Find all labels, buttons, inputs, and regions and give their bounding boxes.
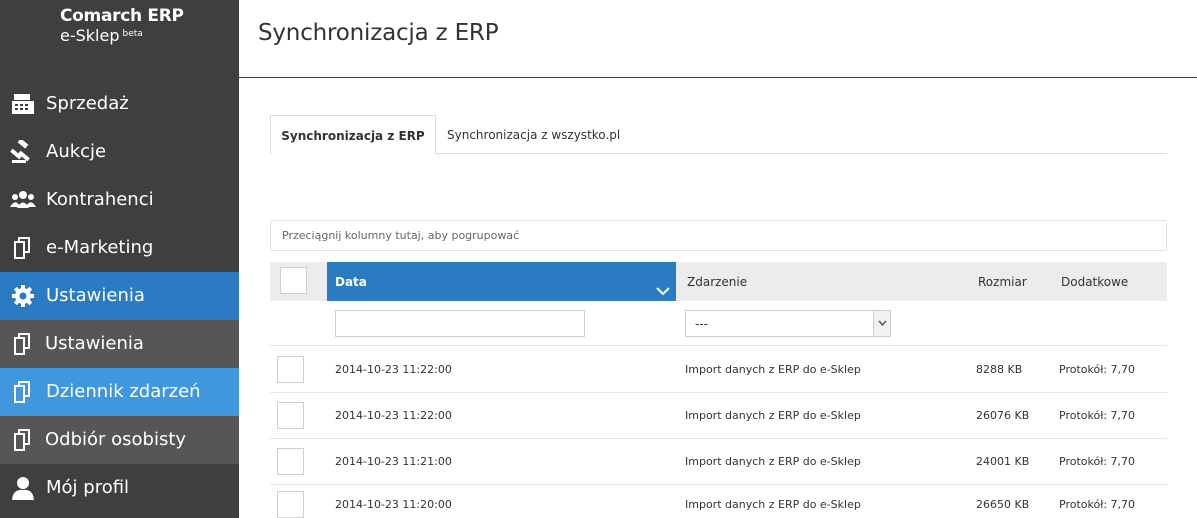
- sidebar-item-label: Ustawienia: [45, 333, 144, 354]
- table-row[interactable]: 2014-10-23 11:22:00 Import danych z ERP …: [270, 393, 1167, 439]
- sidebar-item-label: e-Marketing: [46, 237, 154, 258]
- sidebar-item-label: Aukcje: [46, 141, 107, 162]
- chevron-down-icon[interactable]: [873, 311, 890, 336]
- event-filter-select[interactable]: ---: [685, 310, 891, 337]
- cash-register-icon: [10, 92, 36, 116]
- users-icon: [10, 188, 36, 212]
- column-header-rozmiar[interactable]: Rozmiar: [978, 262, 1027, 301]
- copy-icon: [10, 380, 36, 404]
- sidebar-subitem-ustawienia[interactable]: Ustawienia: [0, 320, 239, 368]
- table-row[interactable]: 2014-10-23 11:21:00 Import danych z ERP …: [270, 439, 1167, 485]
- copy-icon: [10, 236, 36, 260]
- sidebar-subitem-dziennik-zdarzen[interactable]: Dziennik zdarzeń: [0, 368, 239, 416]
- event-filter-value: ---: [695, 317, 708, 331]
- tab-synchronizacja-erp[interactable]: Synchronizacja z ERP: [270, 115, 436, 155]
- gavel-icon: [10, 140, 36, 164]
- brand-line2: e-Sklep beta: [60, 27, 184, 45]
- row-checkbox[interactable]: [277, 448, 304, 475]
- cell-size: 24001 KB: [976, 455, 1030, 468]
- table-row[interactable]: 2014-10-23 11:22:00 Import danych z ERP …: [270, 347, 1167, 393]
- tab-bar: Synchronizacja z ERP Synchronizacja z ws…: [270, 115, 1167, 155]
- brand-logo[interactable]: Comarch ERP e-Sklep beta: [60, 6, 184, 45]
- user-icon: [10, 476, 36, 500]
- sidebar-item-label: Mój profil: [46, 477, 130, 498]
- column-header-data[interactable]: Data: [327, 262, 676, 301]
- column-header-dodatkowe[interactable]: Dodatkowe: [1061, 262, 1128, 301]
- group-drop-area[interactable]: Przeciągnij kolumny tutaj, aby pogrupowa…: [270, 220, 1167, 251]
- cell-event: Import danych z ERP do e-Sklep: [685, 409, 861, 422]
- cell-extra[interactable]: Protokół: 7,70: [1059, 485, 1135, 518]
- date-filter-input[interactable]: [335, 310, 585, 337]
- cell-extra[interactable]: Protokół: 7,70: [1059, 393, 1135, 439]
- cell-extra[interactable]: Protokół: 7,70: [1059, 439, 1135, 485]
- brand-line1: Comarch ERP: [60, 6, 184, 26]
- gear-icon: [10, 284, 36, 308]
- copy-icon: [10, 428, 36, 452]
- sidebar-item-label: Kontrahenci: [46, 189, 154, 210]
- cell-extra[interactable]: Protokół: 7,70: [1059, 347, 1135, 393]
- cell-size: 26076 KB: [976, 409, 1030, 422]
- cell-size: 26650 KB: [976, 498, 1030, 511]
- tab-synchronizacja-wszystko[interactable]: Synchronizacja z wszystko.pl: [447, 115, 620, 154]
- sidebar-item-aukcje[interactable]: Aukcje: [0, 128, 239, 176]
- column-header-zdarzenie[interactable]: Zdarzenie: [687, 262, 747, 301]
- cell-event: Import danych z ERP do e-Sklep: [685, 363, 861, 376]
- sidebar-item-sprzedaz[interactable]: Sprzedaż: [0, 80, 239, 128]
- filter-row: ---: [270, 301, 1167, 346]
- sidebar-item-label: Sprzedaż: [46, 93, 129, 114]
- cell-event: Import danych z ERP do e-Sklep: [685, 498, 861, 511]
- sidebar-item-ustawienia[interactable]: Ustawienia: [0, 272, 239, 320]
- table-row[interactable]: 2014-10-23 11:20:00 Import danych z ERP …: [270, 485, 1167, 518]
- brand-line2-text: e-Sklep: [60, 26, 120, 45]
- sidebar-item-label: Ustawienia: [46, 285, 145, 306]
- beta-badge: beta: [122, 29, 143, 39]
- row-checkbox[interactable]: [277, 402, 304, 429]
- cell-date: 2014-10-23 11:20:00: [335, 498, 452, 511]
- sidebar-subitem-odbior-osobisty[interactable]: Odbiór osobisty: [0, 416, 239, 464]
- main-content: Synchronizacja z ERP Synchronizacja z ER…: [239, 0, 1197, 518]
- column-header-label: Data: [335, 275, 367, 289]
- cell-size: 8288 KB: [976, 363, 1023, 376]
- row-checkbox[interactable]: [277, 356, 304, 383]
- chevron-down-icon[interactable]: [656, 274, 670, 296]
- sidebar-item-label: Dziennik zdarzeń: [46, 381, 201, 402]
- app: Comarch ERP e-Sklep beta Sprzedaż Aukcje …: [0, 0, 1197, 518]
- sidebar: Comarch ERP e-Sklep beta Sprzedaż Aukcje …: [0, 0, 239, 518]
- sidebar-item-moj-profil[interactable]: Mój profil: [0, 464, 239, 512]
- cell-event: Import danych z ERP do e-Sklep: [685, 455, 861, 468]
- copy-icon: [10, 332, 36, 356]
- sidebar-item-kontrahenci[interactable]: Kontrahenci: [0, 176, 239, 224]
- row-checkbox[interactable]: [277, 491, 304, 518]
- sidebar-item-e-marketing[interactable]: e-Marketing: [0, 224, 239, 272]
- cell-date: 2014-10-23 11:21:00: [335, 455, 452, 468]
- page-title: Synchronizacja z ERP: [258, 20, 499, 46]
- sidebar-item-label: Odbiór osobisty: [45, 429, 187, 450]
- grid-header: Data Zdarzenie Rozmiar Dodatkowe: [270, 262, 1167, 301]
- cell-date: 2014-10-23 11:22:00: [335, 409, 452, 422]
- title-divider: [239, 77, 1197, 78]
- cell-date: 2014-10-23 11:22:00: [335, 363, 452, 376]
- select-all-checkbox[interactable]: [280, 267, 307, 294]
